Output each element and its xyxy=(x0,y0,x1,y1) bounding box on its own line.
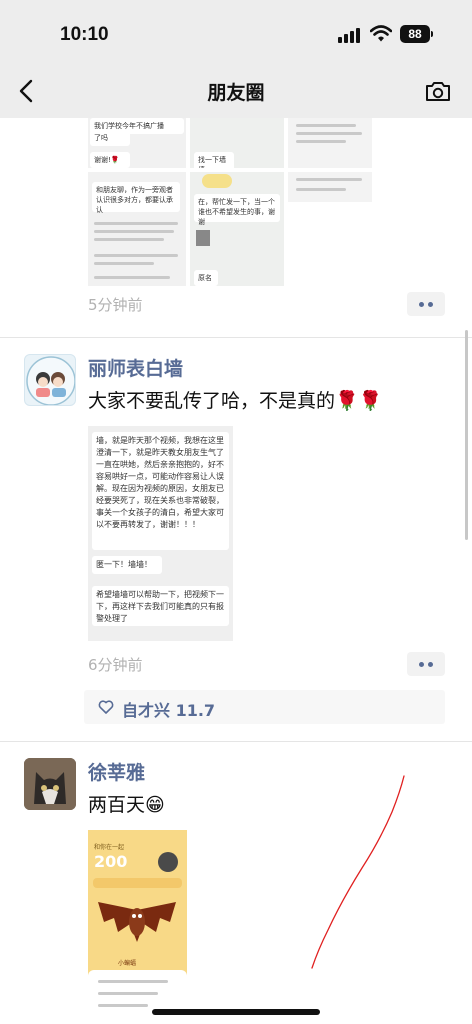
post-image[interactable]: 在，帮忙发一下，当一个谁也不希望发生的事，谢谢 原名 xyxy=(190,172,284,286)
post-image[interactable]: 和你在一起 200 小蝙蝠 xyxy=(88,830,187,1020)
moment-post: 我们学校今年不搞广播 了吗 谢谢!🌹 找一下墙墙 和朋友聊，作为一旁观者认识很多… xyxy=(0,118,472,338)
more-actions-button[interactable] xyxy=(407,652,445,676)
moment-post: 丽师表白墙 大家不要乱传了哈，不是真的🌹🌹 墙，就是昨天那个视频，我想在这里澄清… xyxy=(0,338,472,742)
red-scribble-mark xyxy=(311,775,405,969)
image-text: 希望墙墙可以帮助一下，把视频下一下，再这样下去我们可能真的只有报警处理了 xyxy=(92,586,229,626)
moments-page: 10:10 88 朋友圈 我们学校今年不搞广播 了吗 谢谢!🌹 找一下墙 和朋友… xyxy=(0,0,472,1024)
avatar-image xyxy=(24,758,76,810)
heart-icon xyxy=(98,700,114,714)
image-text: 墙，就是昨天那个视频，我想在这里澄清一下，就是昨天教女朋友生气了一直在哄她，然后… xyxy=(92,432,229,550)
post-image[interactable] xyxy=(288,118,372,168)
avatar[interactable] xyxy=(24,354,76,406)
image-text: 原名 xyxy=(194,270,218,286)
wifi-icon xyxy=(370,25,392,42)
image-text: 匿一下！墙墙！ xyxy=(92,556,162,574)
image-text: 了吗 xyxy=(90,130,130,146)
post-time: 6分钟前 xyxy=(88,656,143,674)
more-actions-button[interactable] xyxy=(407,292,445,316)
image-text: 谢谢!🌹 xyxy=(90,152,130,168)
post-image[interactable]: 找一下墙墙 xyxy=(190,118,284,168)
nav-bar: 朋友圈 xyxy=(0,64,472,118)
poster-name[interactable]: 丽师表白墙 xyxy=(88,354,183,381)
post-text: 两百天😁 xyxy=(88,794,165,816)
likes-bar: 自才兴 11.7 xyxy=(84,690,445,724)
post-image[interactable]: 和朋友聊，作为一旁观者认识很多对方，都要认承认 xyxy=(88,172,186,286)
post-image[interactable] xyxy=(288,172,372,202)
image-text: 和朋友聊，作为一旁观者认识很多对方，都要认承认 xyxy=(92,182,180,214)
image-text: 和你在一起 xyxy=(94,844,125,851)
moments-feed: 我们学校今年不搞广播 了吗 谢谢!🌹 找一下墙墙 和朋友聊，作为一旁观者认识很多… xyxy=(0,118,472,1024)
image-text: 在，帮忙发一下，当一个谁也不希望发生的事，谢谢 xyxy=(194,194,280,226)
camera-icon[interactable] xyxy=(424,79,452,103)
avatar[interactable] xyxy=(24,758,76,810)
battery-tip xyxy=(431,31,433,37)
home-indicator[interactable] xyxy=(152,1009,320,1015)
cellular-signal-icon xyxy=(338,28,360,43)
post-image[interactable]: 墙，就是昨天那个视频，我想在这里澄清一下，就是昨天教女朋友生气了一直在哄她，然后… xyxy=(88,426,233,641)
image-text: 小蝙蝠 xyxy=(118,960,137,967)
poster-name[interactable]: 徐莘雅 xyxy=(88,758,145,785)
post-time: 5分钟前 xyxy=(88,296,143,314)
status-time: 10:10 xyxy=(60,24,109,45)
likes-names[interactable]: 自才兴 11.7 xyxy=(122,697,215,721)
page-title: 朋友圈 xyxy=(207,82,265,104)
battery-icon: 88 xyxy=(400,25,430,43)
bat-pet-icon xyxy=(98,902,176,942)
image-text: 找一下墙墙 xyxy=(194,152,234,168)
image-text: 200 xyxy=(94,852,128,871)
moment-post: 徐莘雅 两百天😁 和你在一起 200 小蝙蝠 xyxy=(0,742,472,1024)
post-image[interactable]: 我们学校今年不搞广播 了吗 谢谢!🌹 xyxy=(88,118,186,168)
scrollbar[interactable] xyxy=(465,330,468,540)
post-text: 大家不要乱传了哈，不是真的🌹🌹 xyxy=(88,390,383,412)
avatar-image xyxy=(26,356,75,405)
status-bar: 10:10 88 xyxy=(0,0,472,64)
